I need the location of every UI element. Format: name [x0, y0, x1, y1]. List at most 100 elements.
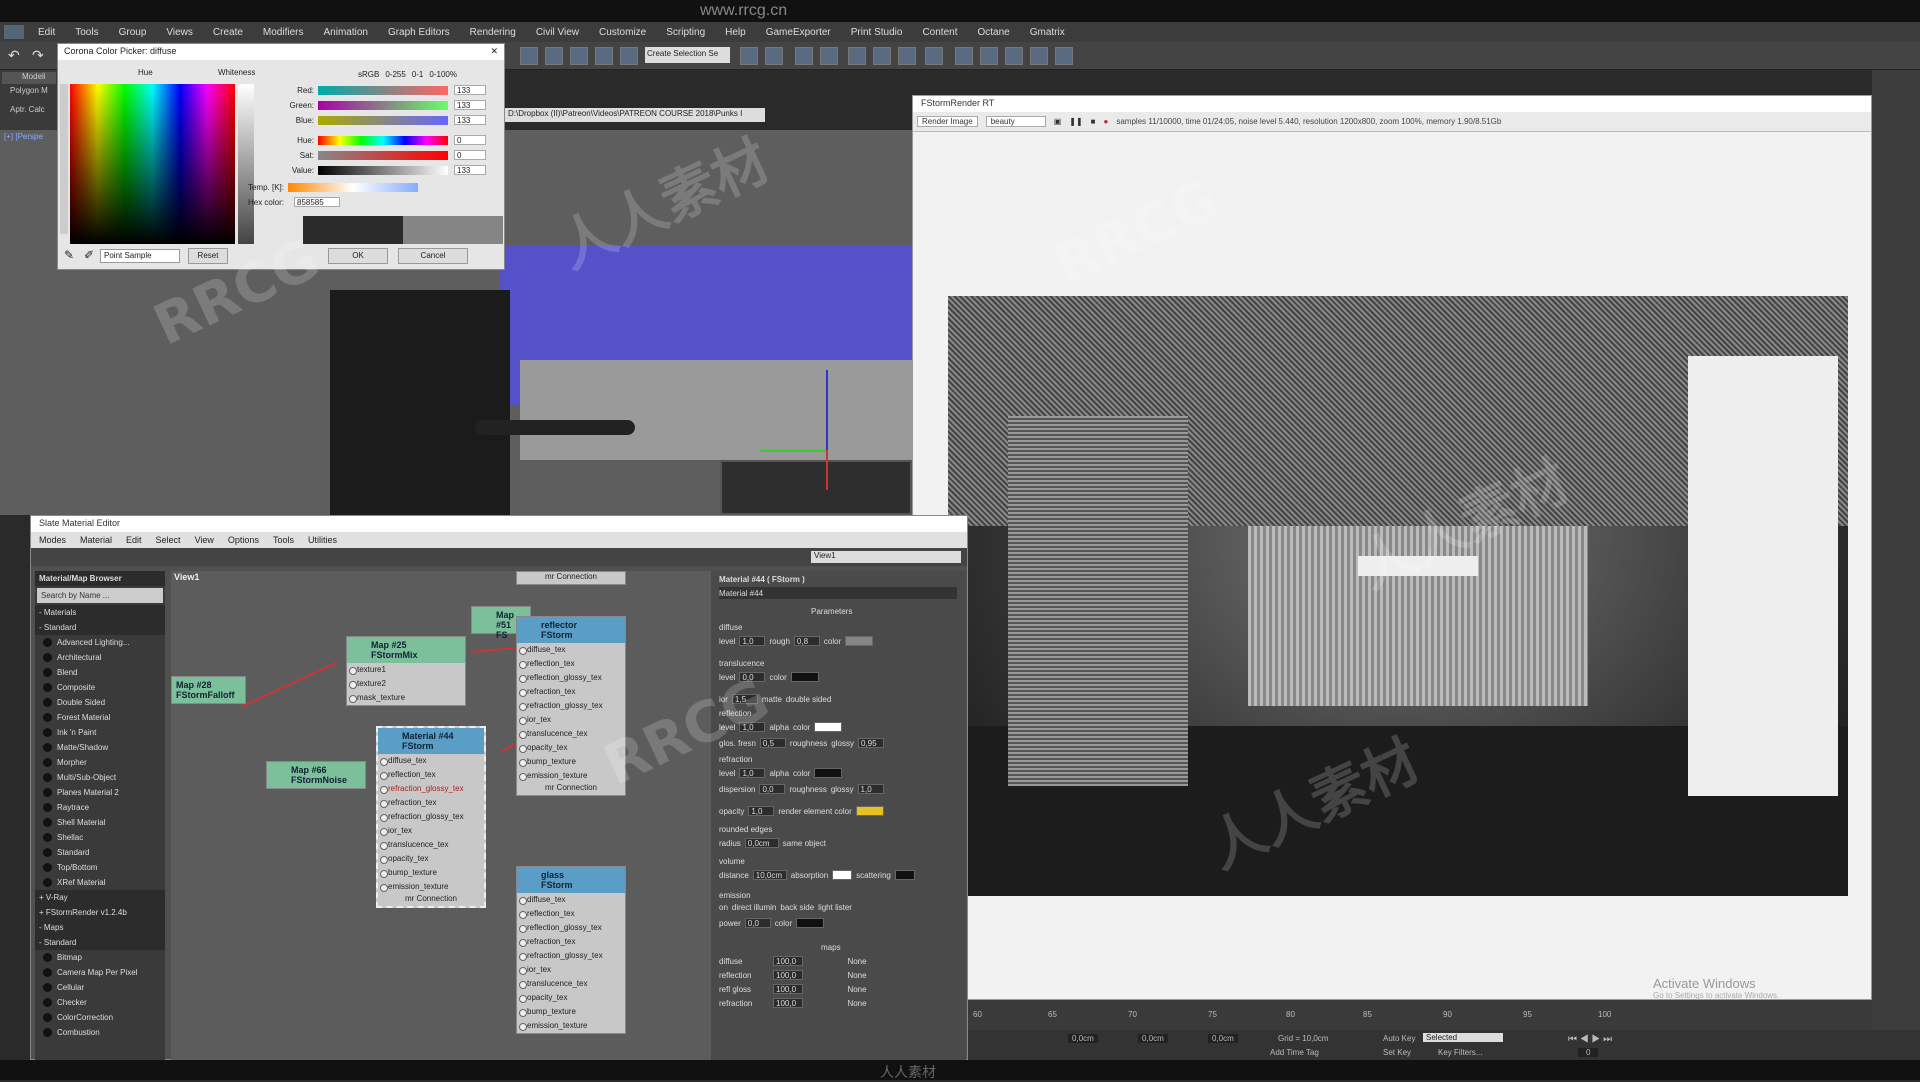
refr-glossy-value[interactable]: 1,0: [857, 784, 884, 794]
node-slot[interactable]: refraction_tex: [517, 685, 625, 699]
temp-slider[interactable]: [288, 182, 418, 192]
menu-gmatrix[interactable]: Gmatrix: [1020, 27, 1075, 38]
node-footer[interactable]: mr Connection: [517, 783, 625, 795]
menu-civil-view[interactable]: Civil View: [526, 27, 589, 38]
auto-key-button[interactable]: Auto Key: [1383, 1034, 1415, 1043]
sat-value[interactable]: 0: [454, 150, 486, 160]
add-time-tag[interactable]: Add Time Tag: [1270, 1048, 1319, 1057]
browser-material-item[interactable]: Forest Material: [35, 710, 165, 725]
mode-0-255[interactable]: 0-255: [385, 70, 405, 79]
render-active-icon[interactable]: [1055, 47, 1073, 65]
scattering-swatch[interactable]: [894, 870, 915, 880]
node-slot[interactable]: refraction_glossy_tex: [517, 949, 625, 963]
node-slot[interactable]: ior_tex: [517, 713, 625, 727]
save-icon[interactable]: ▣: [1054, 117, 1062, 126]
emission-color-swatch[interactable]: [796, 918, 825, 928]
calc-tab[interactable]: Aptr. Calc: [0, 95, 58, 114]
sme-menu-options[interactable]: Options: [228, 535, 259, 545]
schematic-icon[interactable]: [873, 47, 891, 65]
render-pass-dropdown[interactable]: beauty: [985, 116, 1046, 127]
double-sided-checkbox[interactable]: double sided: [786, 695, 831, 704]
node-map25[interactable]: Map #25 FStormMix texture1 texture2 mask_…: [346, 636, 466, 706]
picker-icon[interactable]: ✐: [84, 248, 94, 262]
render-iterative-icon[interactable]: [1030, 47, 1048, 65]
browser-map-item[interactable]: Cellular: [35, 980, 165, 995]
key-mode-dropdown[interactable]: Selected: [1423, 1033, 1503, 1042]
browser-material-item[interactable]: Architectural: [35, 650, 165, 665]
sme-menu-utilities[interactable]: Utilities: [308, 535, 337, 545]
hex-value[interactable]: 858585: [294, 197, 340, 207]
light-lister-checkbox[interactable]: light lister: [818, 903, 852, 912]
node-slot[interactable]: diffuse_tex: [378, 754, 484, 768]
roughness-checkbox[interactable]: roughness: [789, 785, 826, 794]
browser-material-item[interactable]: Planes Material 2: [35, 785, 165, 800]
browser-search[interactable]: Search by Name ...: [37, 588, 163, 603]
map-row-amount[interactable]: 100,0: [773, 956, 803, 966]
timeline-ruler[interactable]: 60 65 70 75 80 85 90 95 100: [968, 1000, 1872, 1030]
trans-color-swatch[interactable]: [790, 672, 819, 682]
srgb-checkbox[interactable]: sRGB: [358, 70, 379, 79]
whiteness-slider[interactable]: [238, 84, 254, 244]
dispersion-value[interactable]: 0,0: [759, 784, 786, 794]
browser-material-item[interactable]: Ink 'n Paint: [35, 725, 165, 740]
menu-tools[interactable]: Tools: [65, 27, 108, 38]
browser-map-item[interactable]: Camera Map Per Pixel: [35, 965, 165, 980]
node-slot[interactable]: texture1: [347, 663, 465, 677]
node-slot[interactable]: reflection_glossy_tex: [517, 671, 625, 685]
back-side-checkbox[interactable]: back side: [780, 903, 814, 912]
diffuse-level[interactable]: 1,0: [739, 636, 766, 646]
value-slider[interactable]: [318, 165, 448, 175]
power-value[interactable]: 0,0: [744, 918, 771, 928]
node-slot[interactable]: translucence_tex: [517, 977, 625, 991]
node-slot[interactable]: diffuse_tex: [517, 643, 625, 657]
node-footer[interactable]: mr Connection: [378, 894, 484, 906]
browser-material-item[interactable]: Standard: [35, 845, 165, 860]
node-slot[interactable]: reflection_tex: [517, 657, 625, 671]
node-mr-connection-top[interactable]: mr Connection: [516, 571, 626, 585]
params-rollout[interactable]: Parameters: [811, 605, 852, 617]
alpha-checkbox[interactable]: alpha: [769, 723, 789, 732]
distance-value[interactable]: 10,0cm: [752, 870, 787, 880]
map-row-slot[interactable]: None: [807, 957, 907, 966]
gizmo-y-axis[interactable]: [760, 450, 826, 452]
refr-level[interactable]: 1,0: [739, 768, 766, 778]
same-object-checkbox[interactable]: same object: [783, 839, 826, 848]
ior-value[interactable]: 1,5: [731, 694, 758, 704]
node-slot[interactable]: refraction_glossy_tex: [517, 699, 625, 713]
gizmo-z-axis[interactable]: [826, 370, 828, 450]
menu-octane[interactable]: Octane: [967, 27, 1019, 38]
node-slot[interactable]: ior_tex: [378, 824, 484, 838]
menu-group[interactable]: Group: [109, 27, 157, 38]
browser-material-item[interactable]: Shellac: [35, 830, 165, 845]
align-icon[interactable]: [765, 47, 783, 65]
spinner-snap-icon[interactable]: [595, 47, 613, 65]
frame-field[interactable]: 0: [1578, 1048, 1599, 1057]
opacity-value[interactable]: 1,0: [748, 806, 775, 816]
coord-y[interactable]: 0,0cm: [1138, 1034, 1168, 1043]
node-slot[interactable]: refraction_tex: [378, 796, 484, 810]
node-reflector[interactable]: reflector FStorm diffuse_tex reflection_t…: [516, 616, 626, 796]
coord-z[interactable]: 0,0cm: [1208, 1034, 1238, 1043]
hue-field[interactable]: [70, 84, 235, 244]
map-row-slot[interactable]: None: [807, 999, 907, 1008]
blue-value[interactable]: 133: [454, 115, 486, 125]
direct-illum-checkbox[interactable]: direct illumin: [732, 903, 776, 912]
node-slot[interactable]: diffuse_tex: [517, 893, 625, 907]
sme-menu-material[interactable]: Material: [80, 535, 112, 545]
polygon-tab[interactable]: Polygon M: [0, 86, 58, 95]
glossy-value[interactable]: 0,95: [857, 738, 884, 748]
view-tab[interactable]: View1: [174, 572, 199, 582]
curve-editor-icon[interactable]: [848, 47, 866, 65]
menu-print-studio[interactable]: Print Studio: [841, 27, 913, 38]
node-slot[interactable]: bump_texture: [378, 866, 484, 880]
selection-set-dropdown[interactable]: Create Selection Se: [645, 47, 730, 63]
layer-icon[interactable]: [795, 47, 813, 65]
browser-map-item[interactable]: Combustion: [35, 1025, 165, 1040]
browser-map-item[interactable]: Checker: [35, 995, 165, 1010]
sample-mode-dropdown[interactable]: Point Sample: [100, 249, 180, 263]
redo-icon[interactable]: ↷: [32, 47, 50, 65]
snap-icon[interactable]: [520, 47, 538, 65]
menu-scripting[interactable]: Scripting: [656, 27, 715, 38]
sme-menu-tools[interactable]: Tools: [273, 535, 294, 545]
render-mode-dropdown[interactable]: Render Image: [917, 116, 978, 127]
